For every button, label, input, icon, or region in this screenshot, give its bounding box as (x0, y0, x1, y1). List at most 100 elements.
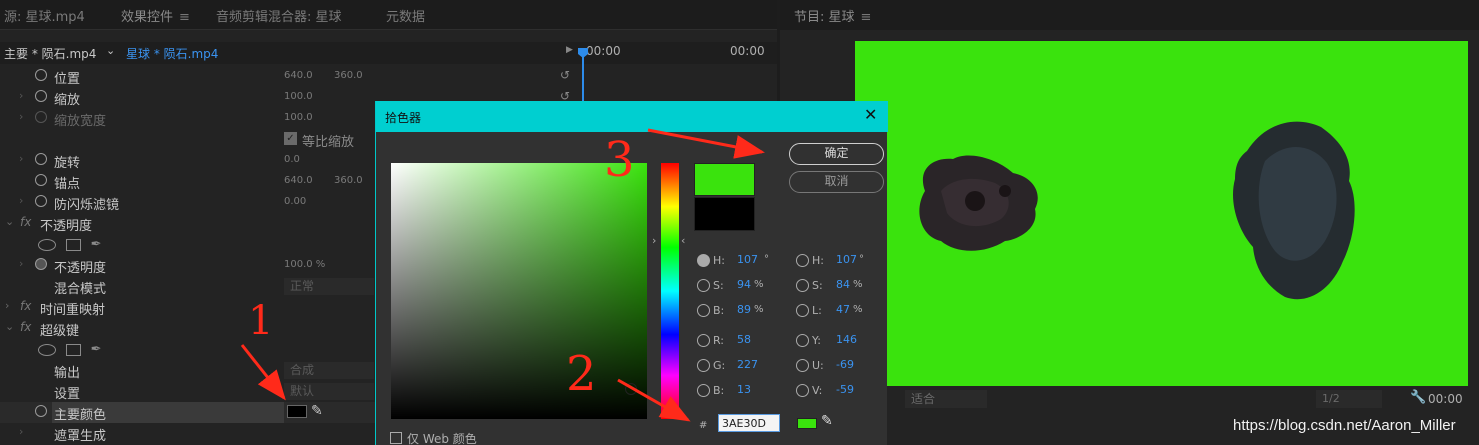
field-value[interactable]: 107 (737, 253, 758, 266)
tab-effect-controls-label: 效果控件 (121, 10, 174, 25)
timeline-start-time: 00:00 (586, 44, 621, 58)
property-value-y[interactable]: 360.0 (334, 70, 363, 81)
stopwatch-icon[interactable] (35, 111, 47, 123)
pen-icon[interactable]: ✒ (91, 237, 102, 252)
play-triangle-icon[interactable]: ▶ (566, 45, 573, 55)
field-value[interactable]: -69 (836, 358, 854, 371)
chevron-right-icon[interactable]: › (19, 425, 23, 438)
property-value-x[interactable]: 640.0 (284, 70, 313, 81)
property-value[interactable]: 100.0 (284, 91, 313, 102)
field-value[interactable]: 94 (737, 278, 751, 291)
radio-selected-icon[interactable] (697, 254, 710, 267)
tab-program[interactable]: 节目: 星球 ≡ (794, 6, 871, 25)
old-color-swatch[interactable] (694, 197, 755, 231)
field-value[interactable]: 107 (836, 253, 857, 266)
radio-icon[interactable] (697, 279, 710, 292)
hsl-l-field[interactable]: L: 47 % (796, 303, 976, 319)
stopwatch-icon[interactable] (35, 195, 47, 207)
radio-icon[interactable] (796, 254, 809, 267)
chevron-down-icon[interactable]: ⌄ (5, 320, 14, 333)
field-value[interactable]: 84 (836, 278, 850, 291)
output-dropdown[interactable]: 合成 (284, 362, 374, 379)
timeline-ruler[interactable]: ▶ 00:00 00:00 (566, 42, 777, 64)
yuv-y-field[interactable]: Y: 146 (796, 333, 976, 349)
ellipse-mask-icon[interactable] (38, 238, 56, 251)
field-value[interactable]: -59 (836, 383, 854, 396)
property-value[interactable]: 0.0 (284, 154, 300, 165)
ellipse-mask-icon[interactable] (38, 343, 56, 356)
tab-source[interactable]: 源: 星球.mp4 (4, 6, 85, 25)
radio-icon[interactable] (796, 304, 809, 317)
blend-mode-dropdown[interactable]: 正常 (284, 278, 374, 295)
chevron-right-icon[interactable]: › (5, 299, 9, 312)
property-value[interactable]: 0.00 (284, 196, 306, 207)
chevron-right-icon[interactable]: › (19, 110, 23, 123)
radio-icon[interactable] (697, 359, 710, 372)
stopwatch-icon[interactable] (35, 90, 47, 102)
hsl-h-field[interactable]: H: 107 ° (796, 253, 976, 269)
key-color-swatch[interactable] (287, 405, 307, 418)
tab-effect-controls[interactable]: 效果控件 ≡ (121, 6, 190, 25)
chevron-right-icon[interactable]: › (19, 89, 23, 102)
checkbox-icon[interactable] (390, 432, 402, 444)
radio-icon[interactable] (697, 384, 710, 397)
reset-icon[interactable]: ↺ (560, 68, 570, 82)
current-clip-label[interactable]: 星球 * 陨石.mp4 (126, 45, 218, 62)
chevron-down-icon[interactable]: ⌄ (5, 215, 14, 228)
ok-button[interactable]: 确定 (789, 143, 884, 165)
property-value[interactable]: 100.0 (284, 112, 313, 123)
radio-icon[interactable] (796, 384, 809, 397)
saturation-brightness-field[interactable] (391, 163, 647, 419)
tab-menu-icon[interactable]: ≡ (179, 10, 190, 25)
chevron-right-icon[interactable]: › (19, 257, 23, 270)
tab-metadata[interactable]: 元数据 (386, 6, 425, 25)
chevron-right-icon[interactable]: › (19, 152, 23, 165)
hue-slider[interactable] (661, 163, 679, 419)
radio-icon[interactable] (697, 334, 710, 347)
field-value[interactable]: 47 (836, 303, 850, 316)
property-value[interactable]: 100.0 % (284, 259, 325, 270)
stopwatch-icon[interactable] (35, 174, 47, 186)
dialog-title-bar[interactable]: 拾色器 ✕ (376, 101, 888, 132)
tab-audio-mixer[interactable]: 音频剪辑混合器: 星球 (216, 6, 342, 25)
radio-icon[interactable] (796, 334, 809, 347)
eyedropper-icon[interactable]: ✎ (821, 413, 833, 429)
radio-icon[interactable] (796, 359, 809, 372)
property-value-x[interactable]: 640.0 (284, 175, 313, 186)
pen-icon[interactable]: ✒ (91, 342, 102, 357)
rectangle-mask-icon[interactable] (65, 343, 81, 356)
color-picker-marker[interactable] (625, 383, 637, 395)
chevron-right-icon[interactable]: › (19, 194, 23, 207)
field-value[interactable]: 146 (836, 333, 857, 346)
field-label: R: (713, 334, 725, 347)
stopwatch-icon[interactable] (35, 405, 47, 417)
fx-icon[interactable]: fx (20, 299, 31, 313)
property-value-y[interactable]: 360.0 (334, 175, 363, 186)
tab-menu-icon[interactable]: ≡ (861, 10, 872, 25)
resolution-dropdown[interactable]: 1/2 (1316, 390, 1382, 408)
wrench-icon[interactable]: 🔧 (1410, 390, 1426, 405)
stopwatch-icon[interactable] (35, 153, 47, 165)
chevron-down-icon[interactable]: ⌄ (106, 44, 115, 57)
field-value[interactable]: 58 (737, 333, 751, 346)
yuv-u-field[interactable]: U: -69 (796, 358, 976, 374)
radio-icon[interactable] (796, 279, 809, 292)
field-value[interactable]: 227 (737, 358, 758, 371)
hsl-s-field[interactable]: S: 84 % (796, 278, 976, 294)
stopwatch-icon[interactable] (35, 69, 47, 81)
rectangle-mask-icon[interactable] (65, 238, 81, 251)
radio-icon[interactable] (697, 304, 710, 317)
field-value[interactable]: 13 (737, 383, 751, 396)
eyedropper-icon[interactable]: ✎ (311, 403, 323, 419)
stopwatch-icon[interactable] (35, 258, 47, 270)
cancel-button[interactable]: 取消 (789, 171, 884, 193)
close-icon[interactable]: ✕ (864, 105, 877, 124)
checkbox-checked-icon[interactable]: ✓ (284, 132, 297, 145)
field-value[interactable]: 89 (737, 303, 751, 316)
hex-color-input[interactable] (718, 414, 780, 432)
yuv-v-field[interactable]: V: -59 (796, 383, 976, 399)
fx-icon[interactable]: fx (20, 215, 31, 229)
field-label: S: (812, 279, 823, 292)
fx-icon[interactable]: fx (20, 320, 31, 334)
setting-dropdown[interactable]: 默认 (284, 383, 374, 400)
